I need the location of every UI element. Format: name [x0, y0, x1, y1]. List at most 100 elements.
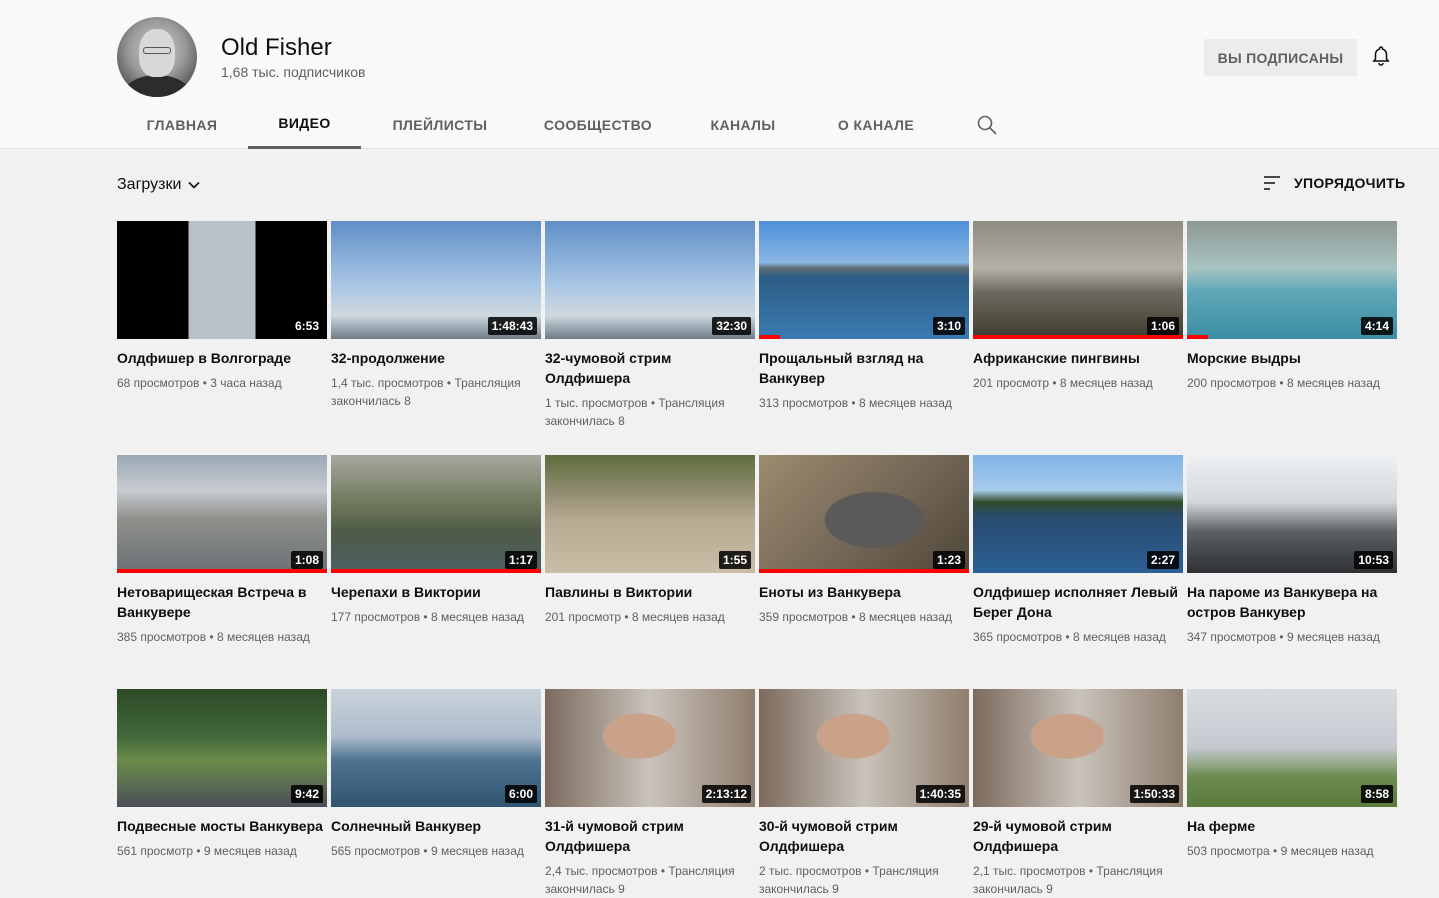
video-age: 9 месяцев назад [1270, 844, 1374, 858]
video-duration: 1:23 [932, 551, 965, 569]
video-card[interactable]: 1:48:43 32-продолжение 1,4 тыс. просмотров… [331, 221, 541, 410]
video-views: 565 просмотров [331, 844, 421, 858]
video-title[interactable]: Прощальный взгляд на Ванкувер [759, 348, 969, 388]
video-thumbnail[interactable]: 6:53 [117, 221, 327, 339]
video-metadata: 201 просмотр8 месяцев назад [973, 374, 1183, 392]
tab-playlists[interactable]: ПЛЕЙЛИСТЫ [375, 100, 505, 149]
video-thumbnail[interactable]: 2:13:12 [545, 689, 755, 807]
video-title[interactable]: Павлины в Виктории [545, 582, 755, 602]
bell-icon[interactable] [1369, 44, 1393, 68]
video-metadata: 2,1 тыс. просмотровТрансляция закончилас… [973, 862, 1183, 898]
video-title[interactable]: Еноты из Ванкувера [759, 582, 969, 602]
video-title[interactable]: Морские выдры [1187, 348, 1397, 368]
tab-home[interactable]: ГЛАВНАЯ [117, 100, 247, 149]
video-title[interactable]: 30-й чумовой стрим Олдфишера [759, 816, 969, 856]
video-title[interactable]: 32-продолжение [331, 348, 541, 368]
video-title[interactable]: На ферме [1187, 816, 1397, 836]
video-thumbnail[interactable]: 9:42 [117, 689, 327, 807]
video-thumbnail[interactable]: 8:58 [1187, 689, 1397, 807]
video-title[interactable]: Африканские пингвины [973, 348, 1183, 368]
video-card[interactable]: 1:50:33 29-й чумовой стрим Олдфишера 2,1 т… [973, 689, 1183, 898]
watch-progress-bar [759, 335, 780, 339]
video-thumbnail[interactable]: 1:08 [117, 455, 327, 573]
tab-about[interactable]: О КАНАЛЕ [811, 100, 941, 149]
video-duration: 1:55 [718, 551, 751, 569]
video-title[interactable]: 29-й чумовой стрим Олдфишера [973, 816, 1183, 856]
video-title[interactable]: Нетоварищеская Встреча в Ванкувере [117, 582, 327, 622]
video-thumbnail[interactable]: 1:23 [759, 455, 969, 573]
video-card[interactable]: 6:53 Олдфишер в Волгограде 68 просмотров3 … [117, 221, 327, 392]
subscribed-button[interactable]: ВЫ ПОДПИСАНЫ [1204, 39, 1357, 76]
sort-button[interactable]: УПОРЯДОЧИТЬ [1262, 173, 1405, 193]
video-duration: 1:06 [1146, 317, 1179, 335]
video-duration: 1:48:43 [487, 317, 537, 335]
watch-progress-bar [1187, 335, 1208, 339]
channel-avatar[interactable] [117, 17, 197, 97]
subscriber-count: 1,68 тыс. подписчиков [221, 64, 366, 80]
video-thumbnail[interactable]: 1:48:43 [331, 221, 541, 339]
video-card[interactable]: 9:42 Подвесные мосты Ванкувера 561 просмот… [117, 689, 327, 860]
tab-channels[interactable]: КАНАЛЫ [678, 100, 808, 149]
watch-progress-bar [331, 569, 541, 573]
video-views: 68 просмотров [117, 376, 200, 390]
video-age: 8 месяцев назад [848, 610, 952, 624]
video-metadata: 200 просмотров8 месяцев назад [1187, 374, 1397, 392]
video-thumbnail[interactable]: 1:55 [545, 455, 755, 573]
video-card[interactable]: 1:23 Еноты из Ванкувера 359 просмотров8 ме… [759, 455, 969, 626]
video-card[interactable]: 32:30 32-чумовой стрим Олдфишера 1 тыс. пр… [545, 221, 755, 430]
video-card[interactable]: 1:06 Африканские пингвины 201 просмотр8 ме… [973, 221, 1183, 392]
uploads-filter[interactable]: Загрузки [117, 176, 201, 194]
video-card[interactable]: 6:00 Солнечный Ванкувер 565 просмотров9 ме… [331, 689, 541, 860]
video-card[interactable]: 1:17 Черепахи в Виктории 177 просмотров8 м… [331, 455, 541, 626]
video-thumbnail[interactable]: 1:06 [973, 221, 1183, 339]
video-views: 313 просмотров [759, 396, 849, 410]
video-thumbnail[interactable]: 10:53 [1187, 455, 1397, 573]
video-title[interactable]: Олдфишер исполняет Левый Берег Дона [973, 582, 1183, 622]
video-title[interactable]: 31-й чумовой стрим Олдфишера [545, 816, 755, 856]
video-duration: 1:08 [290, 551, 323, 569]
video-title[interactable]: Олдфишер в Волгограде [117, 348, 327, 368]
video-card[interactable]: 1:40:35 30-й чумовой стрим Олдфишера 2 тыс… [759, 689, 969, 898]
video-thumbnail[interactable]: 32:30 [545, 221, 755, 339]
video-metadata: 313 просмотров8 месяцев назад [759, 394, 969, 412]
search-icon[interactable] [975, 113, 999, 137]
video-card[interactable]: 4:14 Морские выдры 200 просмотров8 месяцев… [1187, 221, 1397, 392]
video-duration: 3:10 [932, 317, 965, 335]
video-views: 385 просмотров [117, 630, 207, 644]
video-thumbnail[interactable]: 1:17 [331, 455, 541, 573]
video-thumbnail[interactable]: 3:10 [759, 221, 969, 339]
video-views: 561 просмотр [117, 844, 194, 858]
video-views: 1,4 тыс. просмотров [331, 376, 444, 390]
video-views: 2 тыс. просмотров [759, 864, 862, 878]
video-thumbnail[interactable]: 6:00 [331, 689, 541, 807]
video-thumbnail[interactable]: 2:27 [973, 455, 1183, 573]
video-card[interactable]: 1:08 Нетоварищеская Встреча в Ванкувере 38… [117, 455, 327, 646]
video-age: 8 месяцев назад [206, 630, 310, 644]
video-age: 3 часа назад [199, 376, 281, 390]
video-card[interactable]: 8:58 На ферме 503 просмотра9 месяцев назад [1187, 689, 1397, 860]
video-title[interactable]: Черепахи в Виктории [331, 582, 541, 602]
video-card[interactable]: 2:13:12 31-й чумовой стрим Олдфишера 2,4 т… [545, 689, 755, 898]
watch-progress-bar [759, 569, 969, 573]
video-title[interactable]: На пароме из Ванкувера на остров Ванкуве… [1187, 582, 1397, 622]
tab-videos[interactable]: ВИДЕО [248, 100, 361, 149]
video-title[interactable]: Солнечный Ванкувер [331, 816, 541, 836]
video-views: 201 просмотр [545, 610, 622, 624]
tab-community[interactable]: СООБЩЕСТВО [533, 100, 663, 149]
video-metadata: 1 тыс. просмотровТрансляция закончилась … [545, 394, 755, 430]
video-title[interactable]: Подвесные мосты Ванкувера [117, 816, 327, 836]
video-duration: 8:58 [1360, 785, 1393, 803]
video-thumbnail[interactable]: 1:50:33 [973, 689, 1183, 807]
video-duration: 4:14 [1360, 317, 1393, 335]
video-card[interactable]: 2:27 Олдфишер исполняет Левый Берег Дона 3… [973, 455, 1183, 646]
video-card[interactable]: 1:55 Павлины в Виктории 201 просмотр8 меся… [545, 455, 755, 626]
video-views: 1 тыс. просмотров [545, 396, 648, 410]
video-views: 503 просмотра [1187, 844, 1270, 858]
video-thumbnail[interactable]: 4:14 [1187, 221, 1397, 339]
video-card[interactable]: 3:10 Прощальный взгляд на Ванкувер 313 про… [759, 221, 969, 412]
sort-label: УПОРЯДОЧИТЬ [1294, 175, 1406, 191]
video-metadata: 2 тыс. просмотровТрансляция закончилась … [759, 862, 969, 898]
video-card[interactable]: 10:53 На пароме из Ванкувера на остров Ва… [1187, 455, 1397, 646]
video-title[interactable]: 32-чумовой стрим Олдфишера [545, 348, 755, 388]
video-thumbnail[interactable]: 1:40:35 [759, 689, 969, 807]
